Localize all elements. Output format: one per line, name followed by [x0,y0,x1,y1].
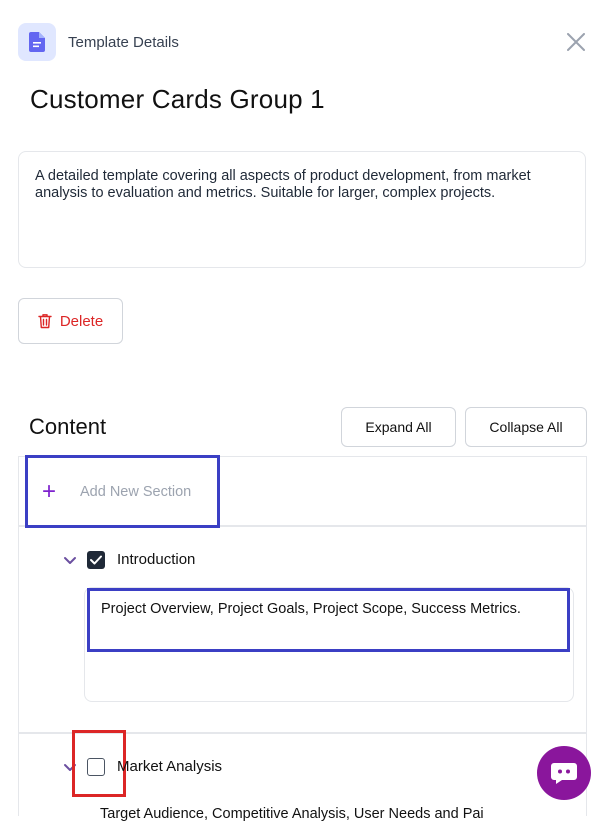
collapse-all-button[interactable]: Collapse All [465,407,587,447]
trash-icon [38,314,52,329]
section-label-market-analysis: Market Analysis [117,758,223,775]
content-heading: Content [29,414,107,439]
document-icon [18,23,56,61]
check-icon [90,555,102,565]
chat-button[interactable] [537,746,591,800]
expand-all-button[interactable]: Expand All [341,407,456,447]
template-title: Customer Cards Group 1 [30,84,325,114]
delete-button[interactable]: Delete [18,298,123,344]
section-items-market-analysis: Target Audience, Competitive Analysis, U… [100,806,484,822]
chat-bot-icon [551,763,577,784]
add-section-label: Add New Section [80,483,192,500]
section-checkbox-introduction[interactable] [87,551,105,569]
plus-icon: + [42,477,57,505]
chevron-down-icon[interactable] [63,556,77,566]
section-items-text: Project Overview, Project Goals, Project… [87,588,570,652]
section-label-introduction: Introduction [117,551,196,568]
template-description[interactable]: A detailed template covering all aspects… [18,151,586,268]
delete-label: Delete [59,312,104,330]
close-icon [567,33,585,51]
close-button[interactable] [563,29,589,55]
header-title: Template Details [68,34,179,51]
add-section-button[interactable]: + Add New Section [25,455,220,528]
